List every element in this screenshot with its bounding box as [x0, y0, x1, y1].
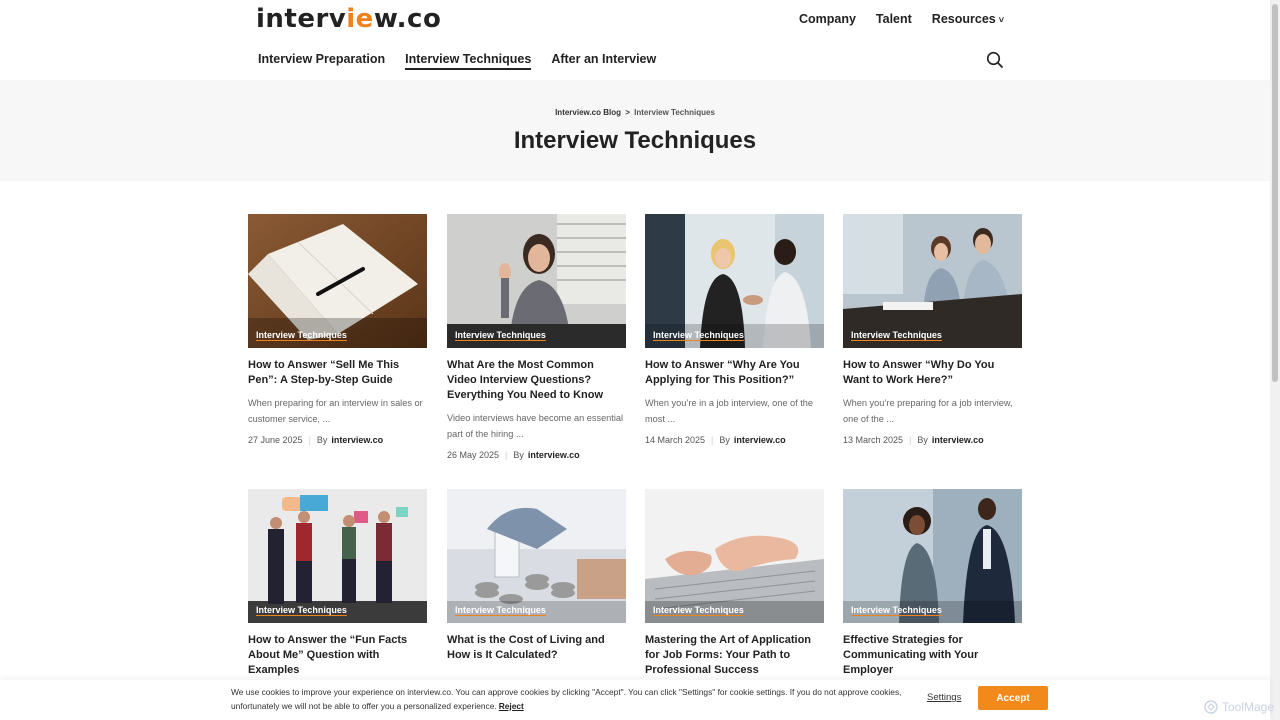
- post-category-link[interactable]: Interview Techniques: [851, 605, 942, 615]
- site-header: interview.co Company Talent Resources ˅ I…: [0, 0, 1270, 80]
- logo-tail: w.co: [373, 4, 442, 34]
- post-title[interactable]: How to Answer “Why Do You Want to Work H…: [843, 358, 1022, 388]
- watermark-text: ToolMage: [1221, 700, 1274, 714]
- breadcrumb-separator: >: [625, 108, 630, 117]
- post-title[interactable]: How to Answer “Sell Me This Pen”: A Step…: [248, 358, 427, 388]
- post-card: Interview Techniques How to Answer the “…: [248, 489, 427, 678]
- post-title[interactable]: What Are the Most Common Video Interview…: [447, 358, 626, 403]
- chevron-down-icon: ˅: [998, 15, 1004, 25]
- post-thumbnail[interactable]: Interview Techniques: [645, 489, 824, 623]
- accept-cookies-button[interactable]: Accept: [978, 686, 1048, 710]
- page-scrollbar[interactable]: [1270, 0, 1280, 720]
- coins-jar-image: [447, 489, 626, 623]
- post-by: By: [719, 435, 730, 445]
- people-speech-bubbles-image: [248, 489, 427, 623]
- breadcrumb: Interview.co Blog > Interview Techniques: [0, 108, 1270, 117]
- post-author[interactable]: interview.co: [734, 435, 786, 445]
- post-card: Interview Techniques How to Answer “Why …: [645, 214, 824, 445]
- top-nav: Company Talent Resources ˅: [799, 12, 1004, 26]
- post-card: Interview Techniques Mastering the Art o…: [645, 489, 824, 678]
- post-meta: 27 June 2025 | By interview.co: [248, 435, 427, 445]
- post-date: 13 March 2025: [843, 435, 904, 445]
- post-title[interactable]: How to Answer “Why Are You Applying for …: [645, 358, 824, 388]
- post-author[interactable]: interview.co: [932, 435, 984, 445]
- post-thumbnail[interactable]: Interview Techniques: [843, 214, 1022, 348]
- meta-divider: |: [711, 435, 714, 445]
- post-card: Interview Techniques Effective Strategie…: [843, 489, 1022, 678]
- logo-accent: ie: [346, 4, 374, 34]
- post-category-link[interactable]: Interview Techniques: [256, 605, 347, 615]
- laptop-typing-image: [645, 489, 824, 623]
- post-card: Interview Techniques How to Answer “Sell…: [248, 214, 427, 445]
- post-by: By: [316, 435, 328, 445]
- post-title[interactable]: Effective Strategies for Communicating w…: [843, 633, 1022, 678]
- nav-interview-preparation[interactable]: Interview Preparation: [258, 52, 385, 70]
- site-logo[interactable]: interview.co: [256, 4, 441, 34]
- meta-divider: |: [505, 450, 508, 460]
- search-icon[interactable]: [986, 51, 1004, 69]
- page-title: Interview Techniques: [513, 127, 757, 154]
- nav-talent[interactable]: Talent: [876, 12, 912, 26]
- watermark: ToolMage: [1204, 700, 1274, 714]
- breadcrumb-current: Interview Techniques: [634, 108, 715, 117]
- post-thumbnail[interactable]: Interview Techniques: [248, 489, 427, 623]
- scrollbar-thumb[interactable]: [1272, 4, 1278, 382]
- cookie-settings-link[interactable]: Settings: [927, 692, 961, 703]
- post-meta: 13 March 2025 | By interview.co: [843, 435, 1022, 445]
- post-author[interactable]: interview.co: [331, 435, 383, 445]
- post-category-link[interactable]: Interview Techniques: [455, 605, 546, 615]
- post-category-link[interactable]: Interview Techniques: [653, 330, 744, 340]
- post-excerpt: When you’re preparing for a job intervie…: [843, 398, 1013, 424]
- cookie-message: We use cookies to improve your experienc…: [231, 685, 911, 713]
- post-card: Interview Techniques How to Answer “Why …: [843, 214, 1022, 445]
- watermark-logo-icon: [1204, 700, 1218, 714]
- post-excerpt: When preparing for an interview in sales…: [248, 398, 423, 424]
- nav-resources[interactable]: Resources ˅: [932, 12, 1004, 26]
- post-category-link[interactable]: Interview Techniques: [653, 605, 744, 615]
- post-category-link[interactable]: Interview Techniques: [851, 330, 942, 340]
- nav-after-an-interview[interactable]: After an Interview: [551, 52, 656, 70]
- colleagues-talking-image: [843, 489, 1022, 623]
- post-title[interactable]: How to Answer the “Fun Facts About Me” Q…: [248, 633, 427, 678]
- handshake-image: [645, 214, 824, 348]
- category-nav: Interview Preparation Interview Techniqu…: [258, 52, 656, 70]
- post-category-link[interactable]: Interview Techniques: [256, 330, 347, 340]
- post-author[interactable]: interview.co: [528, 450, 580, 460]
- post-meta: 26 May 2025 | By interview.co: [447, 450, 626, 460]
- woman-video-call-image: [447, 214, 626, 348]
- post-thumbnail[interactable]: Interview Techniques: [248, 214, 427, 348]
- post-by: By: [917, 435, 928, 445]
- post-excerpt: Video interviews have become an essentia…: [447, 413, 624, 439]
- post-category-link[interactable]: Interview Techniques: [455, 330, 546, 340]
- post-date: 14 March 2025: [645, 435, 706, 445]
- post-thumbnail[interactable]: Interview Techniques: [447, 489, 626, 623]
- post-title[interactable]: Mastering the Art of Application for Job…: [645, 633, 824, 678]
- post-by: By: [513, 450, 524, 460]
- post-title[interactable]: What is the Cost of Living and How is It…: [447, 633, 626, 663]
- breadcrumb-home[interactable]: Interview.co Blog: [555, 108, 621, 117]
- cookie-consent-bar: We use cookies to improve your experienc…: [0, 680, 1270, 720]
- notebook-pen-image: [248, 214, 427, 348]
- logo-text: interv: [256, 4, 347, 34]
- reject-cookies-link[interactable]: Reject: [499, 701, 524, 711]
- office-meeting-image: [843, 214, 1022, 348]
- post-thumbnail[interactable]: Interview Techniques: [843, 489, 1022, 623]
- cookie-text: We use cookies to improve your experienc…: [231, 687, 902, 711]
- nav-interview-techniques[interactable]: Interview Techniques: [405, 52, 532, 70]
- post-card: Interview Techniques What Are the Most C…: [447, 214, 626, 460]
- post-thumbnail[interactable]: Interview Techniques: [645, 214, 824, 348]
- post-meta: 14 March 2025 | By interview.co: [645, 435, 824, 445]
- post-excerpt: When you’re in a job interview, one of t…: [645, 398, 814, 424]
- post-card: Interview Techniques What is the Cost of…: [447, 489, 626, 663]
- meta-divider: |: [308, 435, 311, 445]
- nav-company[interactable]: Company: [799, 12, 856, 26]
- post-date: 26 May 2025: [447, 450, 500, 460]
- meta-divider: |: [909, 435, 912, 445]
- page-hero: Interview.co Blog > Interview Techniques…: [0, 81, 1270, 181]
- post-date: 27 June 2025: [248, 435, 303, 445]
- post-thumbnail[interactable]: Interview Techniques: [447, 214, 626, 348]
- nav-resources-label: Resources: [931, 12, 996, 26]
